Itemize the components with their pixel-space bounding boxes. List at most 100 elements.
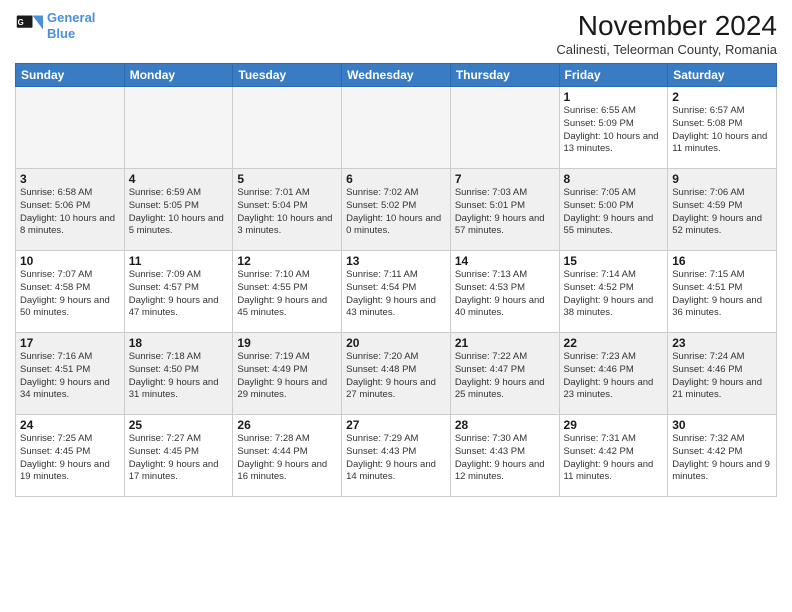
day-header-wednesday: Wednesday [342, 64, 451, 87]
cal-cell: 25Sunrise: 7:27 AM Sunset: 4:45 PM Dayli… [124, 415, 233, 497]
cell-info: Sunrise: 6:57 AM Sunset: 5:08 PM Dayligh… [672, 105, 767, 154]
day-number: 15 [564, 254, 664, 268]
calendar-table: SundayMondayTuesdayWednesdayThursdayFrid… [15, 63, 777, 497]
cell-info: Sunrise: 7:05 AM Sunset: 5:00 PM Dayligh… [564, 187, 654, 236]
cal-cell: 19Sunrise: 7:19 AM Sunset: 4:49 PM Dayli… [233, 333, 342, 415]
cal-cell: 21Sunrise: 7:22 AM Sunset: 4:47 PM Dayli… [450, 333, 559, 415]
cal-cell: 24Sunrise: 7:25 AM Sunset: 4:45 PM Dayli… [16, 415, 125, 497]
cell-info: Sunrise: 7:13 AM Sunset: 4:53 PM Dayligh… [455, 269, 545, 318]
cal-cell [233, 87, 342, 169]
cal-cell: 9Sunrise: 7:06 AM Sunset: 4:59 PM Daylig… [668, 169, 777, 251]
cell-info: Sunrise: 7:31 AM Sunset: 4:42 PM Dayligh… [564, 433, 654, 482]
day-number: 19 [237, 336, 337, 350]
day-header-monday: Monday [124, 64, 233, 87]
cell-info: Sunrise: 7:25 AM Sunset: 4:45 PM Dayligh… [20, 433, 110, 482]
day-number: 13 [346, 254, 446, 268]
cal-cell: 8Sunrise: 7:05 AM Sunset: 5:00 PM Daylig… [559, 169, 668, 251]
cal-cell: 22Sunrise: 7:23 AM Sunset: 4:46 PM Dayli… [559, 333, 668, 415]
cal-cell: 29Sunrise: 7:31 AM Sunset: 4:42 PM Dayli… [559, 415, 668, 497]
cell-info: Sunrise: 6:55 AM Sunset: 5:09 PM Dayligh… [564, 105, 659, 154]
cal-cell: 10Sunrise: 7:07 AM Sunset: 4:58 PM Dayli… [16, 251, 125, 333]
cell-info: Sunrise: 7:06 AM Sunset: 4:59 PM Dayligh… [672, 187, 762, 236]
cell-info: Sunrise: 7:01 AM Sunset: 5:04 PM Dayligh… [237, 187, 332, 236]
cal-cell: 11Sunrise: 7:09 AM Sunset: 4:57 PM Dayli… [124, 251, 233, 333]
cal-cell: 28Sunrise: 7:30 AM Sunset: 4:43 PM Dayli… [450, 415, 559, 497]
day-number: 25 [129, 418, 229, 432]
cell-info: Sunrise: 6:59 AM Sunset: 5:05 PM Dayligh… [129, 187, 224, 236]
day-header-sunday: Sunday [16, 64, 125, 87]
cal-cell: 30Sunrise: 7:32 AM Sunset: 4:42 PM Dayli… [668, 415, 777, 497]
cal-cell: 14Sunrise: 7:13 AM Sunset: 4:53 PM Dayli… [450, 251, 559, 333]
cal-cell: 16Sunrise: 7:15 AM Sunset: 4:51 PM Dayli… [668, 251, 777, 333]
day-number: 23 [672, 336, 772, 350]
cell-info: Sunrise: 7:16 AM Sunset: 4:51 PM Dayligh… [20, 351, 110, 400]
cell-info: Sunrise: 7:22 AM Sunset: 4:47 PM Dayligh… [455, 351, 545, 400]
cell-info: Sunrise: 7:28 AM Sunset: 4:44 PM Dayligh… [237, 433, 327, 482]
cal-cell: 18Sunrise: 7:18 AM Sunset: 4:50 PM Dayli… [124, 333, 233, 415]
day-number: 29 [564, 418, 664, 432]
cell-info: Sunrise: 7:07 AM Sunset: 4:58 PM Dayligh… [20, 269, 110, 318]
cell-info: Sunrise: 7:19 AM Sunset: 4:49 PM Dayligh… [237, 351, 327, 400]
day-number: 7 [455, 172, 555, 186]
day-number: 20 [346, 336, 446, 350]
cal-cell: 2Sunrise: 6:57 AM Sunset: 5:08 PM Daylig… [668, 87, 777, 169]
header-row: SundayMondayTuesdayWednesdayThursdayFrid… [16, 64, 777, 87]
cell-info: Sunrise: 7:23 AM Sunset: 4:46 PM Dayligh… [564, 351, 654, 400]
location: Calinesti, Teleorman County, Romania [556, 42, 777, 57]
cell-info: Sunrise: 7:20 AM Sunset: 4:48 PM Dayligh… [346, 351, 436, 400]
cell-info: Sunrise: 7:02 AM Sunset: 5:02 PM Dayligh… [346, 187, 441, 236]
cell-info: Sunrise: 7:29 AM Sunset: 4:43 PM Dayligh… [346, 433, 436, 482]
title-block: November 2024 Calinesti, Teleorman Count… [556, 10, 777, 57]
cal-cell: 15Sunrise: 7:14 AM Sunset: 4:52 PM Dayli… [559, 251, 668, 333]
cell-info: Sunrise: 7:24 AM Sunset: 4:46 PM Dayligh… [672, 351, 762, 400]
cal-cell [450, 87, 559, 169]
cal-cell: 20Sunrise: 7:20 AM Sunset: 4:48 PM Dayli… [342, 333, 451, 415]
cal-cell: 17Sunrise: 7:16 AM Sunset: 4:51 PM Dayli… [16, 333, 125, 415]
cal-cell: 5Sunrise: 7:01 AM Sunset: 5:04 PM Daylig… [233, 169, 342, 251]
week-row-1: 1Sunrise: 6:55 AM Sunset: 5:09 PM Daylig… [16, 87, 777, 169]
day-number: 8 [564, 172, 664, 186]
week-row-3: 10Sunrise: 7:07 AM Sunset: 4:58 PM Dayli… [16, 251, 777, 333]
cell-info: Sunrise: 7:18 AM Sunset: 4:50 PM Dayligh… [129, 351, 219, 400]
week-row-4: 17Sunrise: 7:16 AM Sunset: 4:51 PM Dayli… [16, 333, 777, 415]
cell-info: Sunrise: 7:27 AM Sunset: 4:45 PM Dayligh… [129, 433, 219, 482]
cal-cell [124, 87, 233, 169]
day-number: 2 [672, 90, 772, 104]
svg-text:G: G [18, 18, 24, 27]
month-title: November 2024 [556, 10, 777, 42]
day-number: 17 [20, 336, 120, 350]
logo: G General Blue [15, 10, 95, 41]
logo-text: General Blue [47, 10, 95, 41]
day-header-thursday: Thursday [450, 64, 559, 87]
cell-info: Sunrise: 7:15 AM Sunset: 4:51 PM Dayligh… [672, 269, 762, 318]
day-number: 4 [129, 172, 229, 186]
header: G General Blue November 2024 Calinesti, … [15, 10, 777, 57]
day-header-tuesday: Tuesday [233, 64, 342, 87]
cell-info: Sunrise: 7:10 AM Sunset: 4:55 PM Dayligh… [237, 269, 327, 318]
cell-info: Sunrise: 6:58 AM Sunset: 5:06 PM Dayligh… [20, 187, 115, 236]
day-number: 14 [455, 254, 555, 268]
cal-cell: 7Sunrise: 7:03 AM Sunset: 5:01 PM Daylig… [450, 169, 559, 251]
cal-cell: 6Sunrise: 7:02 AM Sunset: 5:02 PM Daylig… [342, 169, 451, 251]
cal-cell: 1Sunrise: 6:55 AM Sunset: 5:09 PM Daylig… [559, 87, 668, 169]
day-number: 30 [672, 418, 772, 432]
cell-info: Sunrise: 7:11 AM Sunset: 4:54 PM Dayligh… [346, 269, 436, 318]
logo-icon: G [15, 12, 43, 40]
cal-cell [342, 87, 451, 169]
cal-cell: 3Sunrise: 6:58 AM Sunset: 5:06 PM Daylig… [16, 169, 125, 251]
cal-cell: 13Sunrise: 7:11 AM Sunset: 4:54 PM Dayli… [342, 251, 451, 333]
cal-cell: 4Sunrise: 6:59 AM Sunset: 5:05 PM Daylig… [124, 169, 233, 251]
day-number: 3 [20, 172, 120, 186]
cell-info: Sunrise: 7:03 AM Sunset: 5:01 PM Dayligh… [455, 187, 545, 236]
cell-info: Sunrise: 7:09 AM Sunset: 4:57 PM Dayligh… [129, 269, 219, 318]
day-number: 16 [672, 254, 772, 268]
cal-cell: 27Sunrise: 7:29 AM Sunset: 4:43 PM Dayli… [342, 415, 451, 497]
day-number: 5 [237, 172, 337, 186]
day-number: 26 [237, 418, 337, 432]
day-number: 9 [672, 172, 772, 186]
day-header-friday: Friday [559, 64, 668, 87]
day-number: 6 [346, 172, 446, 186]
week-row-5: 24Sunrise: 7:25 AM Sunset: 4:45 PM Dayli… [16, 415, 777, 497]
cell-info: Sunrise: 7:14 AM Sunset: 4:52 PM Dayligh… [564, 269, 654, 318]
page: G General Blue November 2024 Calinesti, … [0, 0, 792, 612]
